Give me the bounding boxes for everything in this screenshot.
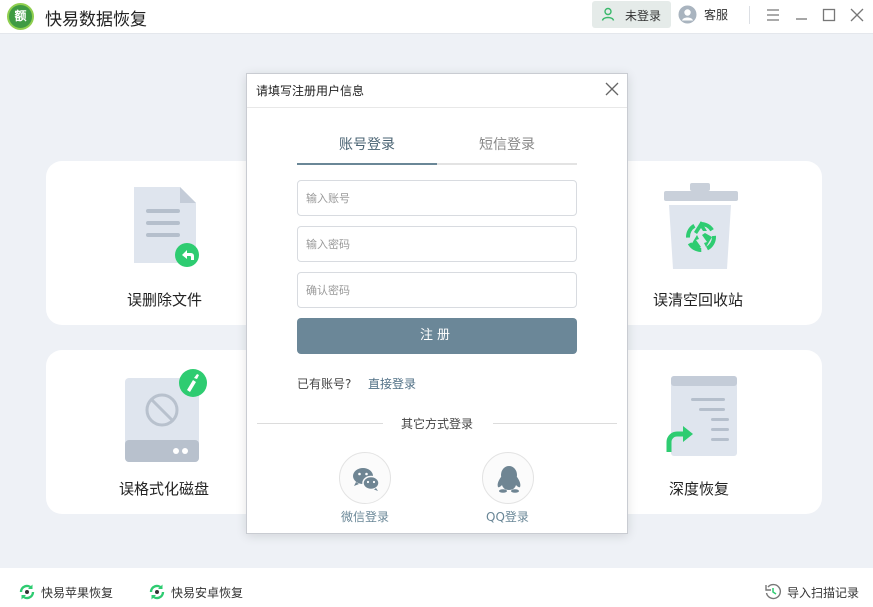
register-dialog: 请填写注册用户信息 账号登录 短信登录 注册 已有账号? 直接登录 其它方式登录… [246, 73, 628, 534]
service-label: 客服 [704, 8, 729, 22]
password-input[interactable] [297, 226, 577, 262]
other-login-methods-label: 其它方式登录 [401, 417, 474, 431]
document-restore-icon [134, 187, 199, 267]
card-label-formatted-disk: 误格式化磁盘 [119, 480, 210, 498]
divider-right [493, 423, 617, 424]
user-icon [601, 7, 615, 21]
qq-login-button[interactable] [482, 452, 534, 504]
close-icon[interactable] [604, 81, 620, 97]
direct-login-link[interactable]: 直接登录 [368, 375, 416, 392]
card-deep-recovery[interactable]: 深度恢复 [597, 350, 822, 514]
disk-format-icon [125, 369, 207, 462]
dialog-header-divider [247, 107, 627, 108]
account-input[interactable] [297, 180, 577, 216]
android-recovery-label: 快易安卓恢复 [171, 586, 244, 600]
card-label-deleted-files: 误删除文件 [127, 291, 203, 309]
avatar-icon [678, 5, 697, 24]
wechat-login-label[interactable]: 微信登录 [341, 508, 389, 525]
deep-recovery-icon [666, 376, 737, 456]
footer-bar: 快易苹果恢复 快易安卓恢复 导入扫描记录 [0, 568, 873, 607]
recycle-bin-icon [664, 183, 738, 269]
have-account-text: 已有账号? [297, 377, 352, 391]
maximize-icon[interactable] [819, 5, 839, 25]
card-label-recycle-bin: 误清空回收站 [653, 291, 744, 309]
wechat-login-button[interactable] [339, 452, 391, 504]
card-formatted-disk[interactable]: 误格式化磁盘 [46, 350, 276, 514]
import-scan-label: 导入扫描记录 [787, 586, 860, 600]
titlebar-divider [749, 6, 750, 24]
confirm-password-input[interactable] [297, 272, 577, 308]
card-recycle-bin[interactable]: 误清空回收站 [597, 161, 822, 325]
title-bar: 额 快易数据恢复 未登录 客服 [0, 0, 873, 34]
app-title: 快易数据恢复 [45, 10, 147, 30]
wechat-icon [353, 468, 380, 491]
qq-icon [497, 466, 521, 493]
card-label-deep-recovery: 深度恢复 [669, 480, 730, 498]
register-button[interactable]: 注册 [297, 318, 577, 354]
minimize-icon[interactable] [791, 5, 811, 25]
menu-icon[interactable] [763, 5, 783, 25]
login-label: 未登录 [625, 9, 662, 23]
app-logo: 额 [7, 3, 34, 30]
divider-left [257, 423, 383, 424]
dialog-title: 请填写注册用户信息 [256, 84, 365, 98]
qq-login-label[interactable]: QQ登录 [486, 508, 529, 525]
close-window-icon[interactable] [847, 5, 867, 25]
tab-account-login[interactable]: 账号登录 [339, 134, 395, 154]
login-button[interactable]: 未登录 [592, 1, 671, 28]
refresh-green-icon [149, 584, 165, 600]
tab-active-indicator [297, 163, 437, 165]
card-deleted-files[interactable]: 误删除文件 [46, 161, 276, 325]
refresh-green-icon [19, 584, 35, 600]
tab-sms-login[interactable]: 短信登录 [479, 134, 535, 154]
history-icon [765, 583, 782, 600]
apple-recovery-label: 快易苹果恢复 [41, 586, 114, 600]
